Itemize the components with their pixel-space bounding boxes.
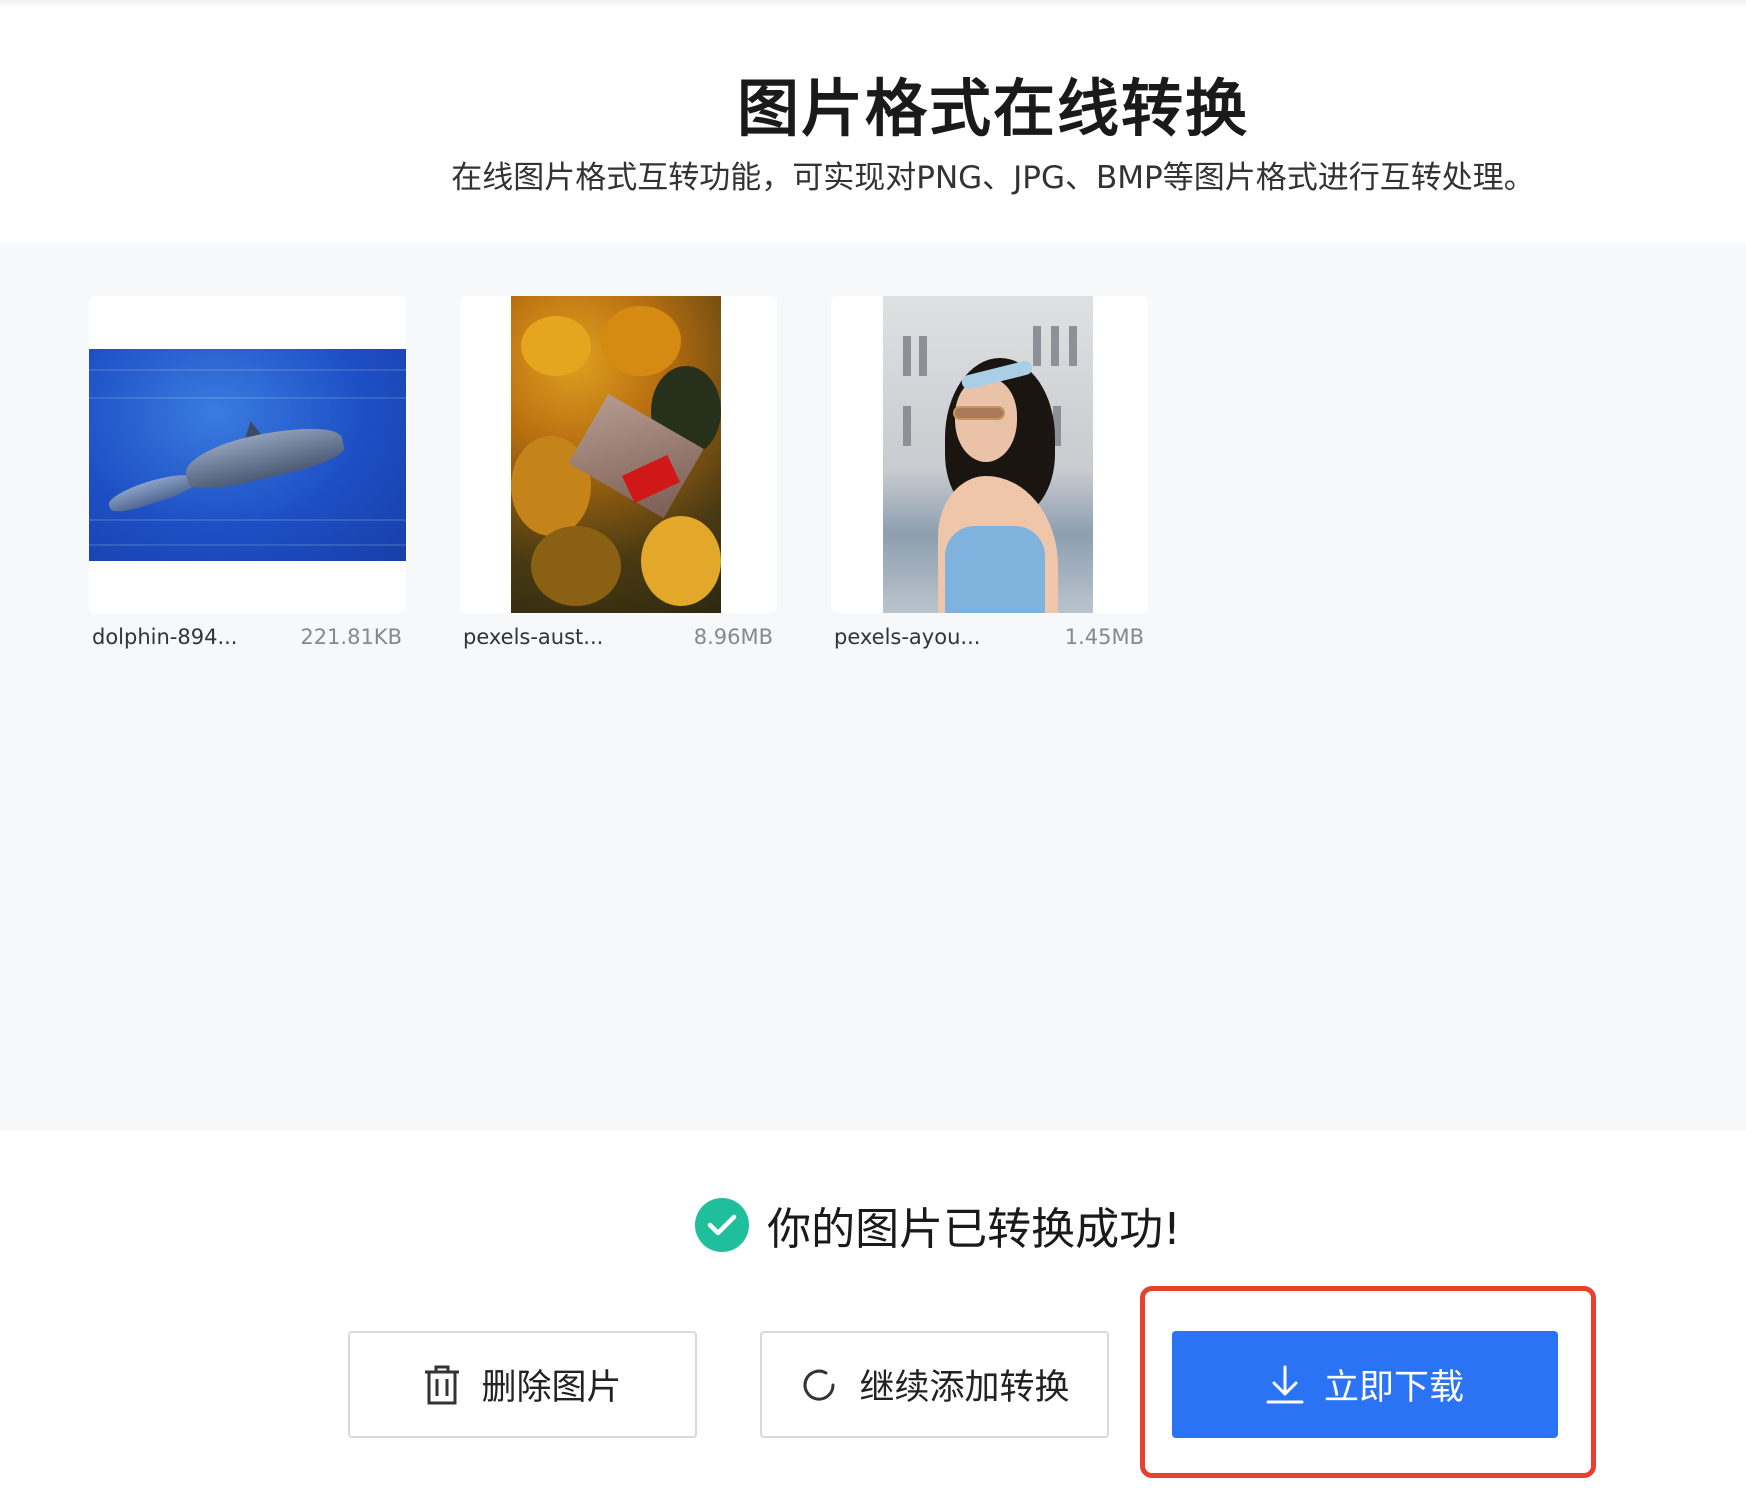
autumn-forest-photo [511,296,721,613]
page-title: 图片格式在线转换 [736,72,1249,145]
file-size: 1.45MB [1064,625,1144,649]
dolphin-photo [89,349,406,561]
conversion-status: 你的图片已转换成功! [0,1193,1746,1257]
continue-converting-label: 继续添加转换 [859,1368,1070,1408]
file-meta: pexels-ayou... 1.45MB [831,625,1148,649]
delete-images-button[interactable]: 删除图片 [348,1331,697,1438]
file-size: 8.96MB [693,625,773,649]
file-thumbnail[interactable] [460,296,777,613]
file-name: pexels-aust... [463,625,604,649]
page-subtitle: 在线图片格式互转功能，可实现对PNG、JPG、BMP等图片格式进行互转处理。 [451,160,1535,196]
file-meta: dolphin-894... 221.81KB [89,625,406,649]
trash-icon [423,1364,461,1406]
refresh-icon [799,1365,839,1405]
top-shadow-bar [0,0,1746,8]
file-size: 221.81KB [300,625,402,649]
file-card[interactable]: pexels-aust... 8.96MB [460,296,777,649]
image-gallery: dolphin-894... 221.81KB pexels-aust... 8… [0,243,1746,1130]
check-circle-icon [695,1198,750,1252]
file-meta: pexels-aust... 8.96MB [460,625,777,649]
file-name: pexels-ayou... [834,625,981,649]
woman-portrait-photo [883,296,1093,613]
file-thumbnail[interactable] [831,296,1148,613]
file-card[interactable]: pexels-ayou... 1.45MB [831,296,1148,649]
status-message: 你的图片已转换成功! [767,1204,1181,1255]
download-highlight-frame [1140,1286,1596,1478]
file-card[interactable]: dolphin-894... 221.81KB [89,296,406,649]
file-name: dolphin-894... [92,625,238,649]
delete-images-label: 删除图片 [481,1368,622,1408]
continue-converting-button[interactable]: 继续添加转换 [760,1331,1109,1438]
file-thumbnail[interactable] [89,296,406,613]
